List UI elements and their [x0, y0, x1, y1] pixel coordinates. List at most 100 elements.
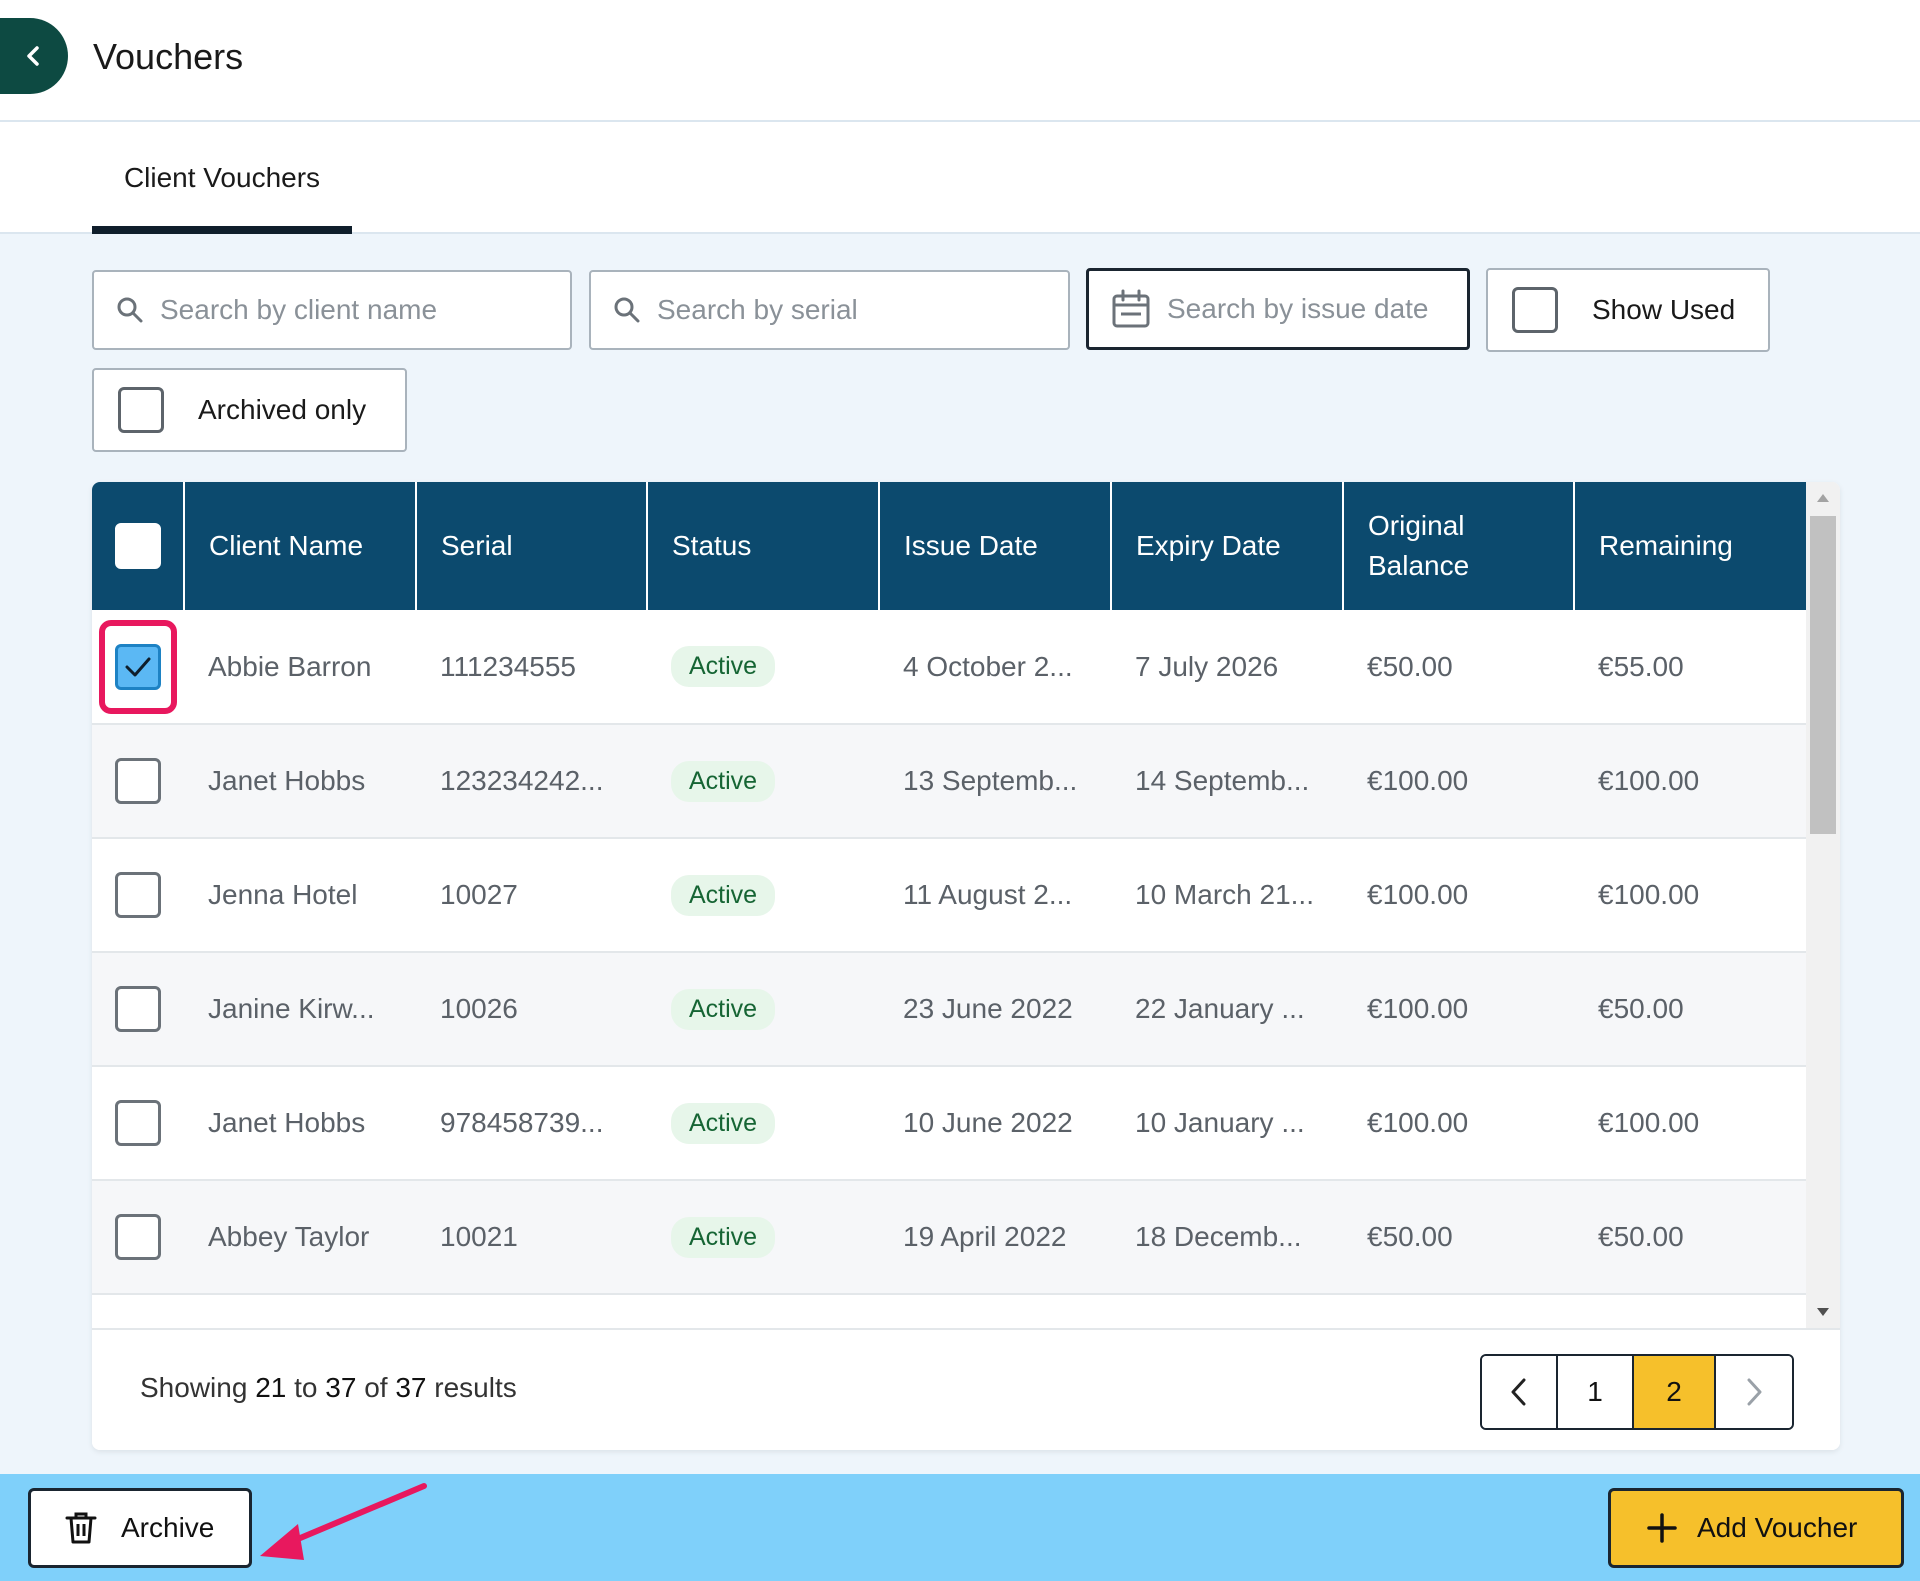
- page-button-1[interactable]: 1: [1558, 1356, 1634, 1428]
- cell-expiry-date: 22 January ...: [1135, 993, 1305, 1024]
- cell-expiry-date: 18 Decemb...: [1135, 1221, 1302, 1252]
- table-footer: Showing 21 to 37 of 37 results 1 2: [92, 1328, 1840, 1450]
- results-from: 21: [255, 1372, 287, 1403]
- cell-original-balance: €100.00: [1367, 1107, 1469, 1138]
- search-icon: [116, 296, 144, 324]
- page-title: Vouchers: [93, 36, 244, 77]
- column-header-original-balance[interactable]: Original Balance: [1343, 482, 1575, 610]
- cell-status: Active: [647, 952, 879, 1066]
- cell-issue-date: 4 October 2...: [903, 650, 1073, 682]
- scroll-down-arrow-icon[interactable]: [1817, 1308, 1829, 1316]
- prev-page-button[interactable]: [1482, 1356, 1558, 1428]
- cell-client-name: Janine Kirw...: [208, 993, 375, 1024]
- cell-original-balance: €100.00: [1367, 879, 1469, 910]
- table-scrollbar[interactable]: [1806, 482, 1840, 1328]
- table-row[interactable]: Abbey Taylor 10021 Active 19 April 2022 …: [92, 1180, 1806, 1294]
- client-name-search-input[interactable]: Search by client name: [92, 270, 572, 350]
- results-summary: Showing 21 to 37 of 37 results: [140, 1372, 517, 1404]
- cell-remaining: €100.00: [1598, 879, 1700, 910]
- cell-issue-date: 23 June 2022: [903, 993, 1073, 1024]
- cell-client-name: Abbie Barron: [208, 650, 372, 682]
- cell-issue-date: 13 Septemb...: [903, 765, 1078, 796]
- table-row[interactable]: Abbie Barron 111234555 Active 4 October …: [92, 610, 1806, 724]
- row-select-cell: [92, 1180, 184, 1294]
- selection-highlight: [99, 619, 177, 714]
- cell-serial: 978458739...: [440, 1107, 604, 1138]
- vouchers-table: Client Name Serial Status Issue Date Exp…: [92, 482, 1806, 1295]
- status-badge: Active: [671, 760, 776, 802]
- row-checkbox[interactable]: [115, 872, 161, 918]
- client-name-search-placeholder: Search by client name: [160, 294, 438, 325]
- cell-remaining: €50.00: [1598, 1221, 1684, 1252]
- row-checkbox[interactable]: [115, 758, 161, 804]
- column-header-expiry-date[interactable]: Expiry Date: [1111, 482, 1344, 610]
- chevron-left-icon: [1511, 1378, 1526, 1406]
- back-button[interactable]: [0, 18, 68, 94]
- annotation-arrow-icon: [260, 1483, 427, 1560]
- chevron-right-icon: [1747, 1378, 1762, 1406]
- row-select-cell: [92, 724, 184, 838]
- tab-client-vouchers[interactable]: Client Vouchers: [92, 122, 352, 234]
- archived-only-checkbox[interactable]: [118, 387, 164, 433]
- results-to-text: to: [294, 1372, 318, 1403]
- issue-date-search-input[interactable]: Search by issue date: [1086, 268, 1470, 350]
- cell-status: Active: [647, 724, 879, 838]
- cell-serial: 123234242...: [440, 765, 604, 796]
- table-row[interactable]: Jenna Hotel 10027 Active 11 August 2... …: [92, 838, 1806, 952]
- column-header-issue-date[interactable]: Issue Date: [879, 482, 1112, 610]
- cell-expiry-date: 10 January ...: [1135, 1107, 1305, 1138]
- cell-serial: 10021: [440, 1221, 518, 1252]
- status-badge: Active: [671, 1102, 776, 1144]
- show-used-toggle[interactable]: Show Used: [1486, 268, 1770, 352]
- serial-search-input[interactable]: Search by serial: [589, 270, 1070, 350]
- cell-issue-date: 19 April 2022: [903, 1221, 1067, 1252]
- results-suffix-text: results: [434, 1372, 517, 1403]
- cell-status: Active: [647, 1066, 879, 1180]
- cell-status: Active: [647, 610, 879, 724]
- column-header-remaining[interactable]: Remaining: [1574, 482, 1806, 610]
- row-select-cell: [92, 838, 184, 952]
- archived-only-toggle[interactable]: Archived only: [92, 368, 407, 452]
- status-badge: Active: [671, 1216, 776, 1258]
- cell-remaining: €100.00: [1598, 765, 1700, 796]
- cell-expiry-date: 7 July 2026: [1135, 650, 1279, 682]
- cell-original-balance: €50.00: [1367, 650, 1453, 682]
- chevron-left-icon: [27, 46, 39, 66]
- add-voucher-button[interactable]: Add Voucher: [1608, 1488, 1904, 1568]
- search-icon: [613, 296, 641, 324]
- plus-icon: [1647, 1513, 1677, 1543]
- column-header-status[interactable]: Status: [647, 482, 880, 610]
- table-row[interactable]: Janet Hobbs 978458739... Active 10 June …: [92, 1066, 1806, 1180]
- row-select-cell: [92, 952, 184, 1066]
- row-checkbox[interactable]: [115, 1100, 161, 1146]
- show-used-checkbox[interactable]: [1512, 287, 1558, 333]
- cell-remaining: €50.00: [1598, 993, 1684, 1024]
- scrollbar-thumb[interactable]: [1810, 516, 1836, 834]
- status-badge: Active: [671, 646, 776, 687]
- status-badge: Active: [671, 874, 776, 916]
- add-voucher-button-label: Add Voucher: [1697, 1512, 1858, 1543]
- table-row[interactable]: Janine Kirw... 10026 Active 23 June 2022…: [92, 952, 1806, 1066]
- cell-expiry-date: 10 March 21...: [1135, 879, 1314, 910]
- status-badge: Active: [671, 988, 776, 1030]
- app-header: Vouchers: [0, 0, 1920, 122]
- row-checkbox-checked[interactable]: [115, 643, 161, 690]
- cell-status: Active: [647, 838, 879, 952]
- next-page-button[interactable]: [1716, 1356, 1792, 1428]
- archived-only-label: Archived only: [198, 394, 367, 425]
- column-header-serial[interactable]: Serial: [416, 482, 648, 610]
- row-checkbox[interactable]: [115, 986, 161, 1032]
- vouchers-table-card: Client Name Serial Status Issue Date Exp…: [92, 482, 1840, 1450]
- select-all-checkbox[interactable]: [114, 523, 161, 569]
- cell-serial: 10027: [440, 879, 518, 910]
- table-row[interactable]: Janet Hobbs 123234242... Active 13 Septe…: [92, 724, 1806, 838]
- page-button-2-current[interactable]: 2: [1634, 1356, 1716, 1428]
- archive-button[interactable]: Archive: [28, 1488, 252, 1568]
- scroll-up-arrow-icon[interactable]: [1817, 494, 1829, 502]
- column-header-client-name[interactable]: Client Name: [184, 482, 417, 610]
- cell-issue-date: 11 August 2...: [903, 879, 1073, 910]
- cell-remaining: €55.00: [1598, 650, 1684, 682]
- results-total: 37: [395, 1372, 427, 1403]
- main-content: Search by client name Search by serial S…: [0, 234, 1920, 1474]
- row-checkbox[interactable]: [115, 1214, 161, 1260]
